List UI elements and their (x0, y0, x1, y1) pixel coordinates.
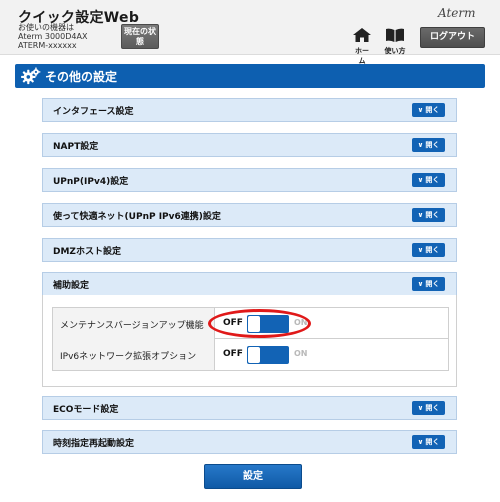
accordion-auxiliary[interactable]: 補助設定 ∨ 開く (42, 272, 457, 296)
chevron-down-icon: ∨ (417, 176, 424, 184)
logout-button[interactable]: ログアウト (420, 27, 485, 48)
chevron-down-icon: ∨ (417, 106, 424, 114)
section-header: その他の設定 (15, 64, 485, 88)
header: クイック設定Web お使いの機器は Aterm 3000D4AX ATERM-x… (0, 0, 500, 65)
chevron-down-icon: ∨ (417, 211, 424, 219)
accordion-napt[interactable]: NAPT設定 ∨ 開く (42, 133, 457, 157)
accordion-label: 補助設定 (53, 281, 90, 291)
table-row: IPv6ネットワーク拡張オプション OFF ON (53, 339, 448, 370)
setting-label: IPv6ネットワーク拡張オプション (53, 339, 215, 370)
highlight-annotation (208, 309, 311, 338)
on-label: ON (294, 349, 308, 358)
device-model: Aterm 3000D4AX (18, 32, 88, 41)
accordion-label: ECOモード設定 (53, 405, 119, 415)
accordion-interface[interactable]: インタフェース設定 ∨ 開く (42, 98, 457, 122)
accordion-label: 時刻指定再起動設定 (53, 439, 135, 449)
open-button[interactable]: ∨ 開く (412, 435, 445, 449)
current-status-button[interactable]: 現在の状態 (121, 24, 159, 49)
accordion-label: DMZホスト設定 (53, 247, 121, 257)
accordion-dmz-host[interactable]: DMZホスト設定 ∨ 開く (42, 238, 457, 262)
device-info-line: お使いの機器は (18, 23, 74, 32)
home-label: ホーム (355, 47, 369, 65)
brand-logo: Aterm (438, 6, 476, 20)
chevron-down-icon: ∨ (417, 141, 424, 149)
chevron-down-icon: ∨ (417, 246, 424, 254)
apply-settings-button[interactable]: 設定 (204, 464, 302, 489)
off-label: OFF (223, 349, 243, 359)
toggle-knob[interactable] (248, 347, 260, 363)
accordion-eco-mode[interactable]: ECOモード設定 ∨ 開く (42, 396, 457, 420)
accordion-label: UPnP(IPv4)設定 (53, 177, 129, 187)
setting-label: メンテナンスバージョンアップ機能 (53, 308, 215, 339)
accordion-scheduled-reboot[interactable]: 時刻指定再起動設定 ∨ 開く (42, 430, 457, 454)
device-info: お使いの機器は Aterm 3000D4AX ATERM-xxxxxx (18, 23, 87, 50)
guide-label: 使い方 (384, 47, 406, 55)
accordion-upnp-ipv4[interactable]: UPnP(IPv4)設定 ∨ 開く (42, 168, 457, 192)
accordion-upnp-ipv6[interactable]: 使って快適ネット(UPnP IPv6連携)設定 ∨ 開く (42, 203, 457, 227)
guide-link[interactable]: 使い方 (384, 27, 406, 56)
open-button[interactable]: ∨ 開く (412, 138, 445, 152)
gear-icon (21, 67, 41, 85)
chevron-down-icon: ∨ (417, 438, 424, 446)
open-button[interactable]: ∨ 開く (412, 103, 445, 117)
home-link[interactable]: ホーム (352, 27, 372, 66)
device-id: ATERM-xxxxxx (18, 41, 77, 50)
chevron-down-icon: ∨ (417, 404, 424, 412)
open-button[interactable]: ∨ 開く (412, 277, 445, 291)
home-icon (353, 28, 371, 42)
open-button[interactable]: ∨ 開く (412, 208, 445, 222)
accordion-label: 使って快適ネット(UPnP IPv6連携)設定 (53, 212, 221, 222)
toggle-switch[interactable] (247, 346, 289, 364)
accordion-label: インタフェース設定 (53, 107, 134, 117)
open-button[interactable]: ∨ 開く (412, 401, 445, 415)
open-button[interactable]: ∨ 開く (412, 243, 445, 257)
book-icon (386, 28, 404, 42)
open-button[interactable]: ∨ 開く (412, 173, 445, 187)
section-title: その他の設定 (45, 70, 118, 84)
chevron-down-icon: ∨ (417, 280, 424, 288)
accordion-label: NAPT設定 (53, 142, 99, 152)
